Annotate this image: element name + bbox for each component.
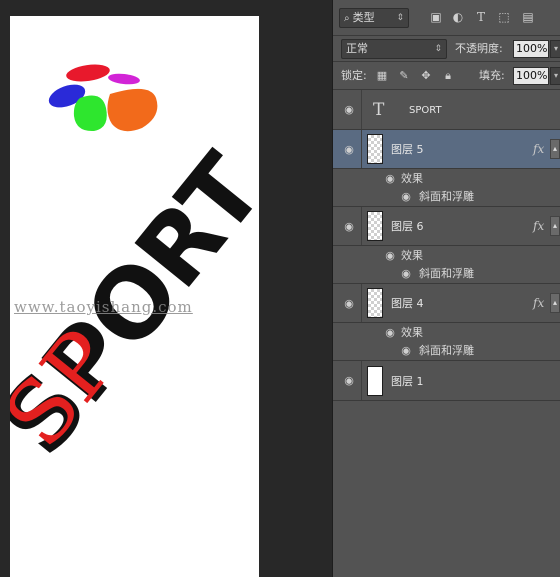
logo-petal-magenta (108, 73, 140, 85)
row-divider (361, 130, 362, 168)
layer-name[interactable]: 图层 5 (391, 143, 424, 157)
effects-label: 效果 (401, 249, 423, 262)
blend-mode-label: 正常 (346, 42, 368, 55)
chevron-updown-icon: ⇕ (434, 44, 442, 54)
search-icon: ⌕ (344, 13, 350, 24)
adjustment-filter-icon[interactable]: ◐ (451, 10, 465, 24)
effect-eye-icon[interactable]: ◉ (399, 268, 413, 279)
visibility-eye-icon[interactable]: ◉ (342, 298, 356, 309)
layer-effects-layer4: ◉ 效果 ◉ 斜面和浮雕 (333, 323, 560, 361)
type-filter-icon[interactable]: T (474, 10, 488, 24)
fill-input[interactable]: 100% (513, 67, 549, 85)
layers-panel[interactable]: ⌕ 类型 ⇕ ▣ ◐ T ⬚ ▤ 正常 ⇕ 不透明度: 100% ▾ 锁定: ▦ … (332, 0, 560, 577)
shape-filter-icon[interactable]: ⬚ (497, 10, 511, 24)
layer-effects-layer6: ◉ 效果 ◉ 斜面和浮雕 (333, 246, 560, 284)
visibility-eye-icon[interactable]: ◉ (342, 375, 356, 386)
layer-row-layer4[interactable]: ◉ 图层 4 fx ▴ (333, 284, 560, 323)
effects-eye-icon[interactable]: ◉ (383, 250, 397, 261)
layer-thumbnail (367, 288, 383, 318)
layers-list: ◉ T SPORT ◉ 图层 5 fx ▴ ◉ 效果 ◉ 斜面和浮雕 ◉ 图层 … (333, 90, 560, 401)
layer-name[interactable]: 图层 4 (391, 297, 424, 311)
layer-row-layer1[interactable]: ◉ 图层 1 (333, 361, 560, 401)
smart-object-filter-icon[interactable]: ▤ (521, 10, 535, 24)
layer-thumbnail (367, 211, 383, 241)
lock-transparent-icon[interactable]: ▦ (375, 69, 389, 83)
layer-name[interactable]: SPORT (409, 104, 442, 118)
fill-label: 填充: (479, 69, 505, 82)
opacity-dropdown-button[interactable]: ▾ (550, 40, 560, 58)
layer-row-layer5[interactable]: ◉ 图层 5 fx ▴ (333, 130, 560, 169)
expand-effects-button[interactable]: ▴ (550, 139, 560, 159)
lock-bar: 锁定: ▦ ✎ ✥ 🔒︎ 填充: 100% ▾ (333, 62, 560, 90)
lock-all-icon[interactable]: 🔒︎ (441, 69, 455, 83)
document-canvas[interactable]: SPORT SP www.taoyishang.com (10, 16, 259, 577)
visibility-eye-icon[interactable]: ◉ (342, 221, 356, 232)
logo-petal-red (66, 64, 110, 82)
fx-icon[interactable]: fx (533, 142, 544, 156)
chevron-updown-icon: ⇕ (396, 13, 404, 23)
row-divider (361, 90, 362, 129)
fill-dropdown-button[interactable]: ▾ (550, 67, 560, 85)
layer-name[interactable]: 图层 1 (391, 375, 424, 389)
effect-bevel-emboss[interactable]: 斜面和浮雕 (419, 267, 474, 281)
visibility-eye-icon[interactable]: ◉ (342, 144, 356, 155)
fx-icon[interactable]: fx (533, 296, 544, 310)
effect-eye-icon[interactable]: ◉ (399, 191, 413, 202)
effect-eye-icon[interactable]: ◉ (399, 345, 413, 356)
layer-filter-bar: ⌕ 类型 ⇕ ▣ ◐ T ⬚ ▤ (333, 0, 560, 36)
layer-name[interactable]: 图层 6 (391, 220, 424, 234)
row-divider (361, 284, 362, 322)
effect-bevel-emboss[interactable]: 斜面和浮雕 (419, 190, 474, 204)
layer-thumbnail (367, 134, 383, 164)
lock-label: 锁定: (341, 69, 367, 82)
opacity-label: 不透明度: (455, 42, 503, 55)
logo-petal-green (73, 95, 107, 132)
image-filter-icon[interactable]: ▣ (429, 10, 443, 24)
effects-label: 效果 (401, 172, 423, 185)
filter-kind-label: 类型 (352, 11, 375, 24)
blend-bar: 正常 ⇕ 不透明度: 100% ▾ (333, 36, 560, 62)
effects-eye-icon[interactable]: ◉ (383, 173, 397, 184)
layer-row-sport[interactable]: ◉ T SPORT (333, 90, 560, 130)
row-divider (361, 207, 362, 245)
lock-paint-icon[interactable]: ✎ (397, 69, 411, 83)
fx-icon[interactable]: fx (533, 219, 544, 233)
effects-eye-icon[interactable]: ◉ (383, 327, 397, 338)
effects-label: 效果 (401, 326, 423, 339)
lock-move-icon[interactable]: ✥ (419, 69, 433, 83)
visibility-eye-icon[interactable]: ◉ (342, 104, 356, 115)
filter-kind-dropdown[interactable]: ⌕ 类型 ⇕ (339, 8, 409, 28)
layer-thumbnail (367, 366, 383, 396)
layer-effects-layer5: ◉ 效果 ◉ 斜面和浮雕 (333, 169, 560, 207)
artwork: SPORT SP (10, 64, 259, 475)
logo-mark (48, 64, 158, 132)
expand-effects-button[interactable]: ▴ (550, 293, 560, 313)
expand-effects-button[interactable]: ▴ (550, 216, 560, 236)
effect-bevel-emboss[interactable]: 斜面和浮雕 (419, 344, 474, 358)
logo-petal-orange (107, 88, 158, 132)
opacity-input[interactable]: 100% (513, 40, 549, 58)
layer-row-layer6[interactable]: ◉ 图层 6 fx ▴ (333, 207, 560, 246)
canvas-area[interactable]: SPORT SP www.taoyishang.com (0, 0, 332, 577)
watermark-text: www.taoyishang.com (14, 298, 193, 316)
row-divider (361, 361, 362, 400)
type-layer-icon: T (373, 100, 385, 120)
blend-mode-dropdown[interactable]: 正常 ⇕ (341, 39, 447, 59)
